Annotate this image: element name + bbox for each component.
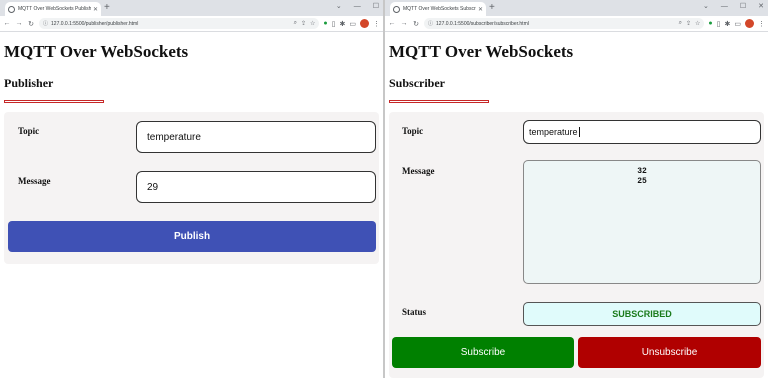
topic-label: Topic: [18, 126, 40, 136]
publisher-page: MQTT Over WebSockets Publisher Topic tem…: [0, 42, 383, 264]
heading-underline: [389, 100, 489, 103]
url-text: 127.0.0.1:5500/subscriber/subscriber.htm…: [436, 20, 529, 27]
text-caret: [578, 127, 580, 137]
message-label: Message: [18, 176, 51, 186]
close-tab-icon[interactable]: ✕: [93, 6, 98, 13]
section-heading: Publisher: [4, 76, 54, 90]
status-label: Status: [402, 307, 427, 317]
chevron-down-icon[interactable]: ⌄: [703, 1, 709, 13]
menu-icon[interactable]: ⋮: [758, 20, 765, 28]
message-line: 32: [637, 167, 647, 176]
subscriber-browser-window: MQTT Over WebSockets Subscri... ✕ + ⌄ — …: [385, 0, 768, 378]
message-value: 29: [147, 181, 159, 193]
topic-label: Topic: [402, 126, 424, 136]
browser-tab-subscriber[interactable]: MQTT Over WebSockets Subscri... ✕: [390, 2, 486, 16]
topic-input[interactable]: temperature: [136, 121, 376, 153]
globe-icon: [8, 5, 15, 13]
page-title: MQTT Over WebSockets: [389, 42, 574, 61]
message-input[interactable]: 29: [136, 171, 376, 203]
browser-toolbar: ← → ↻ ⓘ 127.0.0.1:5500/publisher/publish…: [0, 16, 383, 32]
unsubscribe-button[interactable]: Unsubscribe: [578, 337, 761, 368]
topic-input[interactable]: temperature: [523, 120, 761, 144]
zoom-icon[interactable]: ⌕: [294, 20, 297, 27]
address-bar[interactable]: ⓘ 127.0.0.1:5500/publisher/publisher.htm…: [39, 18, 320, 29]
close-tab-icon[interactable]: ✕: [478, 6, 483, 13]
url-text: 127.0.0.1:5500/publisher/publisher.html: [51, 20, 139, 27]
puzzle-icon[interactable]: ✱: [725, 20, 731, 28]
message-line: 25: [637, 177, 647, 186]
new-tab-icon[interactable]: +: [104, 2, 110, 14]
profile-avatar[interactable]: [360, 19, 369, 28]
sidebar-icon[interactable]: ▭: [349, 20, 356, 28]
messages-textarea[interactable]: 32 25: [523, 160, 761, 284]
publisher-form: Topic temperature Message 29 Publish: [4, 112, 379, 264]
status-badge: SUBSCRIBED: [523, 302, 761, 326]
info-icon[interactable]: ⓘ: [428, 20, 433, 27]
status-value: SUBSCRIBED: [612, 309, 672, 319]
heading-underline: [4, 100, 104, 103]
new-tab-icon[interactable]: +: [489, 2, 495, 14]
info-icon[interactable]: ⓘ: [43, 20, 48, 27]
subscribe-button-label: Subscribe: [460, 347, 506, 358]
profile-avatar[interactable]: [745, 19, 754, 28]
tab-strip: MQTT Over WebSockets Publish... ✕ + ⌄ — …: [0, 0, 383, 16]
zoom-icon[interactable]: ⌕: [679, 20, 682, 27]
browser-tab-publisher[interactable]: MQTT Over WebSockets Publish... ✕: [5, 2, 101, 16]
window-controls: ⌄ — ☐ ✕: [703, 1, 764, 13]
maximize-icon[interactable]: ☐: [373, 1, 379, 13]
publish-button-label: Publish: [173, 231, 211, 242]
extension-icon[interactable]: ●: [708, 20, 712, 27]
unsubscribe-button-label: Unsubscribe: [641, 347, 698, 358]
subscribe-button[interactable]: Subscribe: [392, 337, 574, 368]
subscriber-form: Topic temperature Message 32 25 Status S…: [389, 112, 764, 378]
reload-icon[interactable]: ↻: [412, 20, 420, 28]
topic-value: temperature: [529, 127, 578, 137]
globe-icon: [393, 5, 400, 13]
chevron-down-icon[interactable]: ⌄: [336, 1, 342, 13]
message-label: Message: [402, 166, 435, 176]
extension-icon[interactable]: ●: [323, 20, 327, 27]
extension-icon-2[interactable]: ▯: [332, 20, 336, 28]
forward-icon[interactable]: →: [400, 20, 408, 27]
reload-icon[interactable]: ↻: [27, 20, 35, 28]
browser-toolbar: ← → ↻ ⓘ 127.0.0.1:5500/subscriber/subscr…: [385, 16, 768, 32]
publisher-browser-window: MQTT Over WebSockets Publish... ✕ + ⌄ — …: [0, 0, 383, 378]
topic-value: temperature: [147, 131, 201, 143]
menu-icon[interactable]: ⋮: [373, 20, 380, 28]
section-heading: Subscriber: [389, 76, 446, 90]
maximize-icon[interactable]: ☐: [740, 1, 746, 13]
star-icon[interactable]: ☆: [695, 20, 700, 27]
subscriber-page: MQTT Over WebSockets Subscriber Topic te…: [385, 42, 768, 378]
tab-title: MQTT Over WebSockets Subscri...: [403, 6, 476, 12]
tab-strip: MQTT Over WebSockets Subscri... ✕ + ⌄ — …: [385, 0, 768, 16]
extension-icon-2[interactable]: ▯: [717, 20, 721, 28]
puzzle-icon[interactable]: ✱: [340, 20, 346, 28]
forward-icon[interactable]: →: [15, 20, 23, 27]
close-window-icon[interactable]: ✕: [758, 1, 764, 13]
share-icon[interactable]: ⇪: [686, 20, 691, 27]
minimize-icon[interactable]: —: [354, 1, 361, 13]
share-icon[interactable]: ⇪: [301, 20, 306, 27]
page-title: MQTT Over WebSockets: [4, 42, 189, 61]
star-icon[interactable]: ☆: [310, 20, 315, 27]
publish-button[interactable]: Publish: [8, 221, 376, 252]
minimize-icon[interactable]: —: [721, 1, 728, 13]
back-icon[interactable]: ←: [3, 20, 11, 27]
address-bar[interactable]: ⓘ 127.0.0.1:5500/subscriber/subscriber.h…: [424, 18, 705, 29]
tab-title: MQTT Over WebSockets Publish...: [18, 6, 91, 12]
window-controls: ⌄ — ☐: [336, 1, 379, 13]
sidebar-icon[interactable]: ▭: [734, 20, 741, 28]
back-icon[interactable]: ←: [388, 20, 396, 27]
